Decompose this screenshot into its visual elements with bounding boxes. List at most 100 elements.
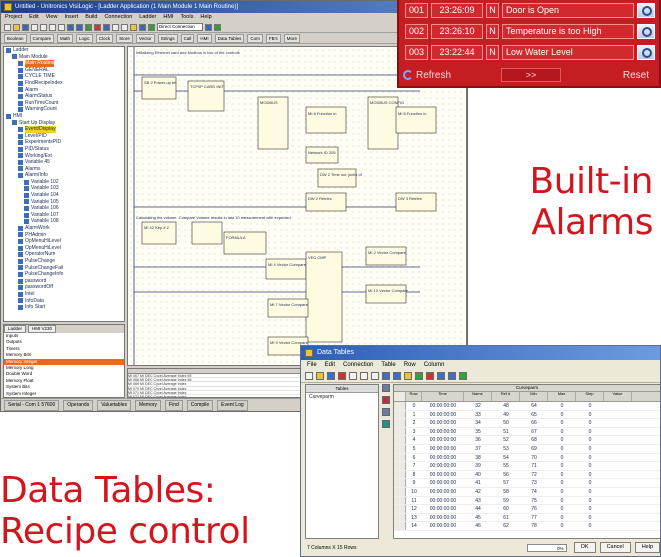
table-row[interactable]: 1 00:00:00:00 33 49 65 0 0 <box>394 410 660 420</box>
tree-item[interactable]: Variable 105 <box>4 199 124 206</box>
table-cell[interactable]: 49 <box>492 411 520 419</box>
print-icon[interactable] <box>31 23 38 31</box>
tree-item[interactable]: GENERAL <box>4 67 124 74</box>
table-cell[interactable]: 66 <box>520 419 548 427</box>
table-cell[interactable]: 00:00:00:00 <box>422 497 464 505</box>
table-cell[interactable]: 46 <box>464 522 492 530</box>
table-row[interactable]: 11 00:00:00:00 43 59 75 0 0 <box>394 496 660 506</box>
table-cell[interactable]: 73 <box>520 479 548 487</box>
table-cell[interactable]: 3 <box>406 428 422 436</box>
menu-item[interactable]: Connection <box>343 360 373 370</box>
tree-item[interactable]: AlarmStatus <box>4 93 124 100</box>
table-cell[interactable]: 00:00:00:00 <box>422 488 464 496</box>
tree-item[interactable]: Alarms <box>4 166 124 173</box>
table-cell[interactable]: 0 <box>548 505 576 513</box>
insert-column-icon[interactable] <box>393 372 401 380</box>
menu-item[interactable]: Tools <box>181 13 194 22</box>
table-cell[interactable]: 64 <box>520 402 548 410</box>
table-cell[interactable]: 11 <box>406 497 422 505</box>
cancel-button[interactable]: Cancel <box>599 542 631 553</box>
tree-item[interactable]: Alarm/Info <box>4 172 124 179</box>
table-cell[interactable]: 00:00:00:00 <box>422 471 464 479</box>
table-cell[interactable]: 0 <box>548 497 576 505</box>
tree-item[interactable]: Event/Display <box>4 126 124 133</box>
table-cell[interactable]: 0 <box>576 454 604 462</box>
online-icon[interactable] <box>148 23 155 31</box>
table-cell[interactable]: 0 <box>548 402 576 410</box>
table-cell[interactable]: 43 <box>464 497 492 505</box>
menu-item[interactable]: View <box>46 13 58 22</box>
table-row[interactable]: 3 00:00:00:00 35 51 67 0 0 <box>394 427 660 437</box>
table-cell[interactable]: 68 <box>520 436 548 444</box>
table-cell[interactable]: 0 <box>548 522 576 530</box>
table-cell[interactable]: 51 <box>492 428 520 436</box>
tables-list-item[interactable]: Curveparm <box>306 393 378 401</box>
settings-icon[interactable] <box>205 23 212 31</box>
table-cell[interactable]: 00:00:00:00 <box>422 419 464 427</box>
refresh-icon[interactable] <box>459 372 467 380</box>
table-cell[interactable]: 34 <box>464 419 492 427</box>
element-toolbar-button[interactable]: Boolean <box>4 33 27 43</box>
element-toolbar-button[interactable]: Logic <box>76 33 93 43</box>
tree-item[interactable]: Variable 107 <box>4 212 124 219</box>
download-icon[interactable] <box>94 23 101 31</box>
table-cell[interactable]: 0 <box>576 436 604 444</box>
table-row[interactable]: 8 00:00:00:00 40 56 72 0 0 <box>394 470 660 480</box>
row-selector[interactable] <box>394 402 406 410</box>
find-icon[interactable] <box>404 372 412 380</box>
table-cell[interactable]: 59 <box>492 497 520 505</box>
table-cell[interactable]: 0 <box>576 471 604 479</box>
table-cell[interactable]: 12 <box>406 505 422 513</box>
table-copy-icon[interactable] <box>382 408 390 416</box>
table-cell[interactable]: 0 <box>576 488 604 496</box>
column-header[interactable]: Name <box>464 392 492 401</box>
menu-item[interactable]: Row <box>404 360 416 370</box>
alarm-row[interactable]: 001 23:26:09 N Door is Open <box>405 2 659 19</box>
build-icon[interactable] <box>85 23 92 31</box>
delete-icon[interactable] <box>338 372 346 380</box>
table-row[interactable]: 2 00:00:00:00 34 50 66 0 0 <box>394 419 660 428</box>
table-cell[interactable]: 0 <box>548 445 576 453</box>
element-toolbar-button[interactable]: Data Tables <box>214 33 245 43</box>
table-row[interactable]: 6 00:00:00:00 38 54 70 0 0 <box>394 453 660 463</box>
table-cell[interactable]: 62 <box>492 522 520 530</box>
magnifier-icon[interactable] <box>637 3 655 18</box>
element-toolbar-button[interactable]: HMI <box>197 33 212 43</box>
table-cell[interactable]: 70 <box>520 454 548 462</box>
tree-item[interactable]: Main Routine <box>4 60 124 67</box>
table-cell[interactable]: 0 <box>576 479 604 487</box>
tree-item[interactable]: Ladder <box>4 47 124 54</box>
table-cell[interactable]: 71 <box>520 462 548 470</box>
table-cell[interactable]: 2 <box>406 419 422 427</box>
table-cell[interactable]: 0 <box>576 505 604 513</box>
table-cell[interactable]: 60 <box>492 505 520 513</box>
table-cell[interactable]: 74 <box>520 488 548 496</box>
table-cell[interactable]: 75 <box>520 497 548 505</box>
table-cell[interactable]: 78 <box>520 522 548 530</box>
table-cell[interactable]: 00:00:00:00 <box>422 505 464 513</box>
magnifier-icon[interactable] <box>637 24 655 39</box>
row-selector[interactable] <box>394 479 406 487</box>
menu-item[interactable]: Edit <box>29 13 38 22</box>
table-row[interactable]: 9 00:00:00:00 41 57 73 0 0 <box>394 479 660 488</box>
table-cell[interactable]: 58 <box>492 488 520 496</box>
table-cell[interactable]: 36 <box>464 436 492 444</box>
table-row[interactable]: 0 00:00:00:00 32 48 64 0 0 <box>394 402 660 411</box>
upload-icon[interactable] <box>415 372 423 380</box>
cut-icon[interactable] <box>349 372 357 380</box>
menu-item[interactable]: File <box>307 360 317 370</box>
table-props-icon[interactable] <box>382 384 390 392</box>
row-selector[interactable] <box>394 487 406 496</box>
zoom-field[interactable]: 0% <box>526 543 567 552</box>
table-cell[interactable]: 45 <box>464 514 492 522</box>
tree-item[interactable]: ExperimentsPID <box>4 139 124 146</box>
copy-icon[interactable] <box>360 372 368 380</box>
import-icon[interactable] <box>437 372 445 380</box>
table-cell[interactable]: 5 <box>406 445 422 453</box>
paste-icon[interactable] <box>371 372 379 380</box>
find-icon[interactable] <box>130 23 137 31</box>
tree-item[interactable]: password <box>4 278 124 285</box>
table-cell[interactable]: 00:00:00:00 <box>422 411 464 419</box>
column-header[interactable]: Time <box>422 392 464 401</box>
table-cell[interactable]: 67 <box>520 428 548 436</box>
